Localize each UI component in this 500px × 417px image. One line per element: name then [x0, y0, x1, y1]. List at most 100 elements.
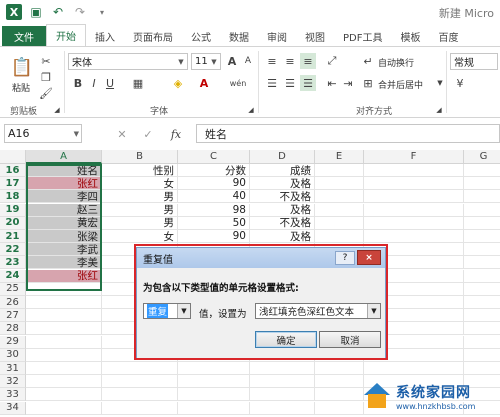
ok-button[interactable]: 确定: [255, 331, 317, 348]
cell-a[interactable]: 李四: [26, 190, 102, 204]
name-box[interactable]: A16 ▼: [4, 124, 82, 143]
row-header[interactable]: 16: [0, 164, 26, 177]
shrink-font-icon[interactable]: A: [240, 53, 256, 69]
paste-button[interactable]: 粘贴: [12, 81, 30, 94]
align-left-icon[interactable]: ☰: [264, 75, 280, 91]
decrease-indent-icon[interactable]: ⇤: [324, 75, 340, 91]
cell-b[interactable]: 男: [102, 190, 178, 204]
cell-e[interactable]: [315, 190, 364, 204]
cell-g[interactable]: [464, 349, 500, 362]
close-button[interactable]: ×: [357, 250, 381, 265]
font-size-combo[interactable]: 11 ▼: [191, 53, 221, 70]
align-middle-icon[interactable]: ≡: [282, 53, 298, 69]
cell-g[interactable]: [464, 270, 500, 283]
value-type-select[interactable]: 重复 ▼: [143, 303, 191, 319]
row-header[interactable]: 28: [0, 322, 26, 336]
alignment-launcher-icon[interactable]: ◢: [434, 102, 444, 118]
cell-c[interactable]: [178, 401, 250, 415]
orientation-icon[interactable]: ⤢: [324, 53, 340, 69]
cell-b[interactable]: [102, 362, 178, 375]
cell-c[interactable]: 98: [178, 203, 250, 217]
cell-a[interactable]: [26, 401, 102, 415]
row-header[interactable]: 30: [0, 348, 26, 362]
tab-insert[interactable]: 插入: [86, 26, 124, 46]
cell-f[interactable]: [364, 164, 464, 177]
clipboard-launcher-icon[interactable]: ◢: [52, 102, 62, 118]
cell-d[interactable]: 不及格: [250, 190, 315, 204]
cell-e[interactable]: [315, 362, 364, 375]
cell-c[interactable]: [178, 362, 250, 375]
cell-a[interactable]: 赵三: [26, 203, 102, 217]
cell-e[interactable]: [315, 164, 364, 177]
cell-c[interactable]: 分数: [178, 164, 250, 177]
cell-g[interactable]: [464, 322, 500, 336]
tab-baidu[interactable]: 百度: [429, 26, 467, 46]
cell-e[interactable]: [315, 216, 364, 230]
tab-pdf-tools[interactable]: PDF工具: [334, 26, 391, 46]
tab-templates[interactable]: 模板: [391, 26, 429, 46]
cell-a[interactable]: 张梁: [26, 230, 102, 243]
underline-icon[interactable]: U: [102, 75, 118, 91]
row-header[interactable]: 29: [0, 335, 26, 349]
cell-f[interactable]: [364, 216, 464, 230]
column-header-f[interactable]: F: [364, 150, 464, 164]
formula-input[interactable]: 姓名: [196, 124, 500, 143]
phonetic-icon[interactable]: wén: [230, 75, 247, 91]
align-center-icon[interactable]: ☰: [282, 75, 298, 91]
column-header-g[interactable]: G: [464, 150, 500, 164]
row-header[interactable]: 31: [0, 362, 26, 375]
cell-d[interactable]: [250, 401, 315, 415]
cell-f[interactable]: [364, 362, 464, 375]
row-header[interactable]: 27: [0, 309, 26, 323]
tab-home[interactable]: 开始: [46, 24, 86, 46]
cell-a[interactable]: 张红: [26, 177, 102, 191]
cell-e[interactable]: [315, 203, 364, 217]
number-format-combo[interactable]: 常规: [450, 53, 498, 70]
insert-function-icon[interactable]: fx: [168, 126, 184, 142]
cancel-button[interactable]: 取消: [319, 331, 381, 348]
row-header[interactable]: 32: [0, 375, 26, 389]
cell-d[interactable]: 不及格: [250, 216, 315, 230]
cell-e[interactable]: [315, 375, 364, 389]
row-header[interactable]: 26: [0, 296, 26, 309]
column-header-d[interactable]: D: [250, 150, 315, 164]
row-header[interactable]: 24: [0, 269, 26, 283]
cell-b[interactable]: 女: [102, 177, 178, 191]
select-all-corner[interactable]: [0, 150, 26, 164]
cell-f[interactable]: [364, 177, 464, 191]
cut-icon[interactable]: ✂: [38, 53, 54, 69]
cell-a[interactable]: [26, 375, 102, 389]
copy-icon[interactable]: ❐: [38, 69, 54, 85]
undo-icon[interactable]: ↶: [50, 4, 66, 20]
tab-review[interactable]: 审阅: [258, 26, 296, 46]
cell-g[interactable]: [464, 243, 500, 257]
cell-b[interactable]: 男: [102, 216, 178, 230]
row-header[interactable]: 17: [0, 177, 26, 191]
row-header[interactable]: 23: [0, 256, 26, 270]
align-bottom-icon[interactable]: ≡: [300, 53, 316, 69]
cell-b[interactable]: [102, 375, 178, 389]
cell-g[interactable]: [464, 217, 500, 230]
cell-b[interactable]: [102, 401, 178, 415]
currency-icon[interactable]: ¥: [452, 75, 468, 91]
cell-g[interactable]: [464, 190, 500, 204]
column-header-b[interactable]: B: [102, 150, 178, 164]
cell-a[interactable]: 李武: [26, 243, 102, 257]
cell-e[interactable]: [315, 230, 364, 243]
cell-b[interactable]: [102, 388, 178, 402]
cell-e[interactable]: [315, 401, 364, 415]
cell-a[interactable]: [26, 362, 102, 375]
cell-a[interactable]: [26, 296, 102, 309]
cell-c[interactable]: 90: [178, 230, 250, 243]
bold-icon[interactable]: B: [70, 75, 86, 91]
enter-icon[interactable]: ✓: [140, 126, 156, 142]
tab-formulas[interactable]: 公式: [182, 26, 220, 46]
cell-d[interactable]: [250, 388, 315, 402]
cell-d[interactable]: [250, 362, 315, 375]
wrap-text-icon[interactable]: ↵: [360, 53, 376, 69]
font-name-combo[interactable]: 宋体 ▼: [68, 53, 188, 70]
row-header[interactable]: 20: [0, 216, 26, 230]
wrap-text-button[interactable]: 自动换行: [378, 56, 414, 69]
cell-b[interactable]: 男: [102, 203, 178, 217]
fill-color-icon[interactable]: ◈: [170, 75, 186, 91]
